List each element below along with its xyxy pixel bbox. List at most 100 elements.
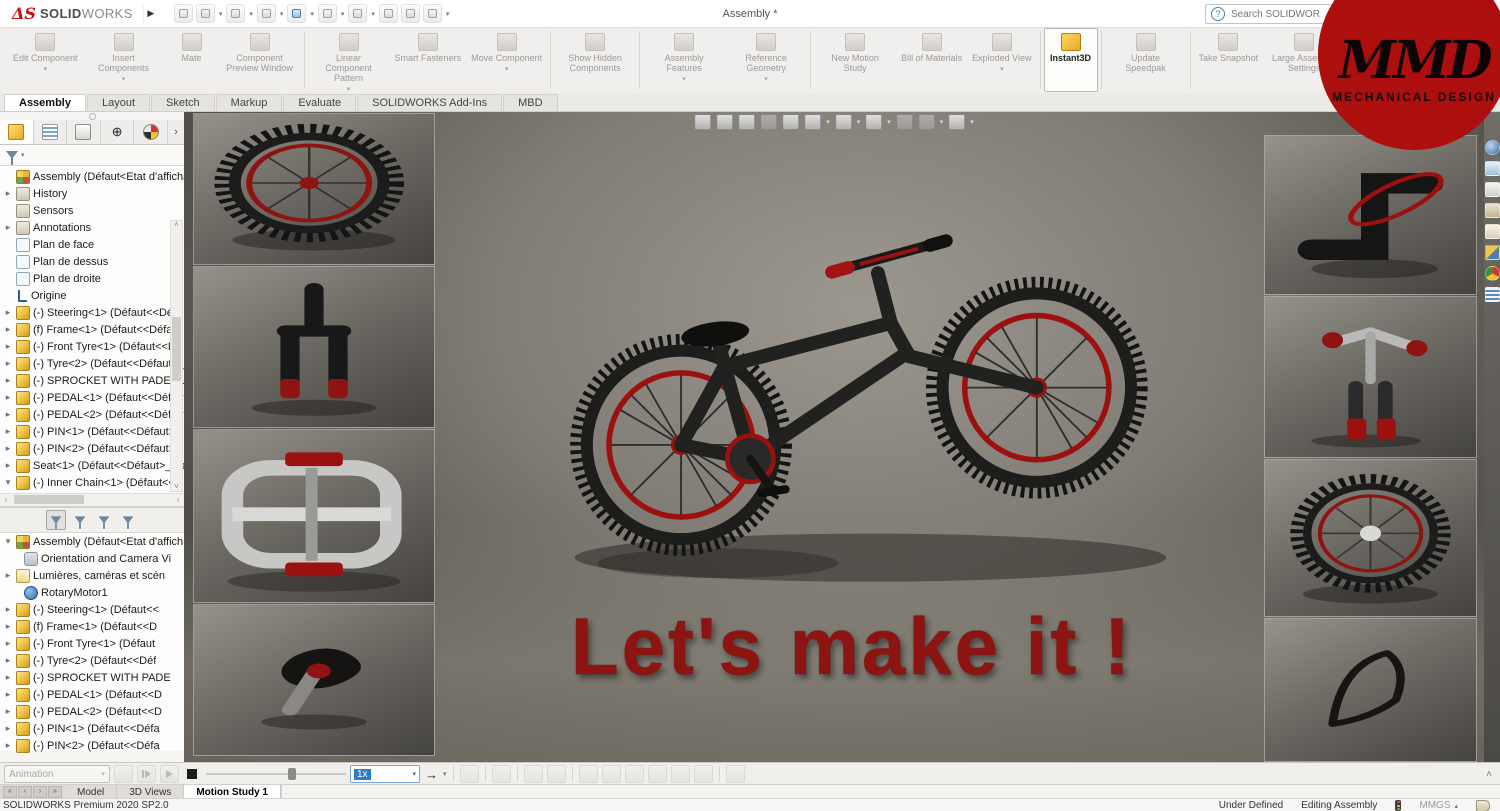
undo-caret-icon[interactable] [341, 10, 345, 18]
study-type-select[interactable]: Animation [4, 765, 110, 783]
filter-caret-icon[interactable] [21, 151, 25, 159]
tree-item-assembly[interactable]: Assembly (Défaut<Etat d'affichage [0, 168, 184, 185]
playback-speed-select[interactable]: 1x [350, 765, 420, 783]
save-caret-icon[interactable] [280, 10, 284, 18]
display-style-icon[interactable] [865, 114, 883, 130]
expand-arrow-icon[interactable] [3, 341, 13, 352]
tab-3d-views[interactable]: 3D Views [117, 785, 185, 799]
scroll-left-icon[interactable] [0, 494, 12, 505]
tree-item-front-tyre[interactable]: (-) Front Tyre<1> (Défaut [0, 635, 184, 652]
tab-markup[interactable]: Markup [215, 94, 283, 111]
camera-view-icon[interactable] [725, 765, 745, 783]
ribbon-button-bill-of-materials[interactable]: Bill of Materials [896, 28, 967, 92]
tree-item-annotations[interactable]: Annotations [0, 219, 184, 236]
scene-caret-icon[interactable] [826, 118, 830, 126]
graphics-viewport[interactable]: Let's make it ! [184, 112, 1484, 762]
expand-arrow-icon[interactable] [3, 324, 13, 335]
tab-layout[interactable]: Layout [86, 94, 151, 111]
expand-arrow-icon[interactable] [3, 409, 13, 420]
ribbon-button-move-component[interactable]: Move Component [466, 28, 547, 92]
expand-arrow-icon[interactable] [3, 723, 13, 734]
ribbon-button-mate[interactable]: Mate [165, 28, 219, 92]
calculate-icon[interactable] [114, 765, 133, 783]
print-caret-icon[interactable] [310, 10, 314, 18]
tree-item-lights-cameras[interactable]: Lumières, caméras et scèn [0, 567, 184, 584]
contact-icon[interactable] [624, 765, 644, 783]
appearances-scenes-icon[interactable] [1484, 266, 1500, 281]
tree-item-plan-de-droite[interactable]: Plan de droite [0, 270, 184, 287]
tree-item-pedal1[interactable]: (-) PEDAL<1> (Défaut<<Défaut [0, 389, 184, 406]
next-tab-icon[interactable]: › [33, 786, 47, 798]
gravity-icon[interactable] [647, 765, 667, 783]
expand-arrow-icon[interactable] [3, 655, 13, 666]
view-settings-caret-icon[interactable] [940, 118, 944, 126]
units-selector[interactable]: MMGS [1419, 800, 1458, 811]
expand-arrow-icon[interactable] [3, 604, 13, 615]
select-icon[interactable] [348, 4, 368, 23]
save-icon[interactable] [256, 4, 276, 23]
slider-knob[interactable] [288, 768, 296, 780]
view-orientation-icon[interactable] [834, 114, 852, 130]
new-document-icon[interactable] [195, 4, 215, 23]
scroll-up-icon[interactable] [171, 220, 182, 230]
tree-item-pin1[interactable]: (-) PIN<1> (Défaut<<Défa [0, 720, 184, 737]
animation-wizard-icon[interactable] [491, 765, 511, 783]
playback-mode-caret-icon[interactable] [443, 770, 447, 778]
tree-item-rotary-motor[interactable]: RotaryMotor1 [0, 584, 184, 601]
ribbon-button-linear-component-pattern[interactable]: Linear Component Pattern [308, 28, 390, 92]
last-tab-icon[interactable]: » [48, 786, 62, 798]
play-icon[interactable] [160, 765, 179, 783]
mate-key-icon[interactable] [693, 765, 713, 783]
tree-item-tyre2[interactable]: (-) Tyre<2> (Défaut<<Déf [0, 652, 184, 669]
attachments-icon[interactable] [378, 4, 398, 23]
zoom-to-area-icon[interactable] [716, 114, 734, 130]
file-explorer-icon[interactable] [1484, 224, 1500, 239]
autokey-icon[interactable] [523, 765, 543, 783]
play-from-start-icon[interactable] [137, 765, 156, 783]
expand-arrow-icon[interactable] [3, 222, 13, 233]
playback-mode-icon[interactable] [425, 767, 438, 782]
results-icon[interactable] [670, 765, 690, 783]
tree-item-seat[interactable]: Seat<1> (Défaut<<Défaut>_Eta [0, 457, 184, 474]
expand-arrow-icon[interactable] [3, 307, 13, 318]
tab-display-manager[interactable] [134, 120, 168, 144]
stop-icon[interactable] [183, 765, 202, 783]
expand-arrow-icon[interactable] [3, 443, 13, 454]
tree-item-assembly[interactable]: Assembly (Défaut<Etat d'affich [0, 533, 184, 550]
3dexperience-icon[interactable] [1484, 140, 1500, 155]
tree-item-pedal2[interactable]: (-) PEDAL<2> (Défaut<<Défaut [0, 406, 184, 423]
edit-appearance-icon[interactable] [782, 114, 800, 130]
solidworks-resources-icon[interactable] [1484, 182, 1500, 197]
scroll-right-icon[interactable] [172, 494, 184, 505]
scroll-down-icon[interactable] [171, 482, 182, 492]
new-caret-icon[interactable] [219, 10, 223, 18]
ribbon-button-new-motion-study[interactable]: New Motion Study [814, 28, 896, 92]
tab-solidworks-add-ins[interactable]: SOLIDWORKS Add-Ins [357, 94, 503, 111]
zoom-to-fit-icon[interactable] [694, 114, 712, 130]
ribbon-button-edit-component[interactable]: Edit Component [8, 28, 83, 92]
expand-arrow-icon[interactable] [3, 426, 13, 437]
tab-model[interactable]: Model [65, 785, 118, 799]
scrollbar-thumb[interactable] [14, 495, 84, 504]
tab-evaluate[interactable]: Evaluate [283, 94, 357, 111]
save-animation-icon[interactable] [459, 765, 479, 783]
filter-selected-icon[interactable] [118, 510, 138, 530]
filter-funnel-icon[interactable] [6, 151, 18, 165]
expand-arrow-icon[interactable] [3, 392, 13, 403]
collapse-arrow-icon[interactable] [3, 536, 13, 547]
expand-arrow-icon[interactable] [3, 689, 13, 700]
open-caret-icon[interactable] [249, 10, 253, 18]
spring-icon[interactable] [601, 765, 621, 783]
display-settings-icon[interactable] [948, 114, 966, 130]
options-caret-icon[interactable] [446, 10, 450, 18]
home-icon[interactable] [173, 4, 193, 23]
tree-item-pin2[interactable]: (-) PIN<2> (Défaut<<Défa [0, 737, 184, 754]
tree-item-pin2[interactable]: (-) PIN<2> (Défaut<<Défaut>_ [0, 440, 184, 457]
tree-vertical-scrollbar[interactable] [170, 220, 183, 492]
tree-item-steering[interactable]: (-) Steering<1> (Défaut<<Défa [0, 304, 184, 321]
tree-item-steering[interactable]: (-) Steering<1> (Défaut<< [0, 601, 184, 618]
previous-view-icon[interactable] [738, 114, 756, 130]
tree-item-pedal1[interactable]: (-) PEDAL<1> (Défaut<<D [0, 686, 184, 703]
tree-item-pin1[interactable]: (-) PIN<1> (Défaut<<Défaut>_ [0, 423, 184, 440]
collapse-motion-manager-icon[interactable] [1486, 769, 1492, 780]
